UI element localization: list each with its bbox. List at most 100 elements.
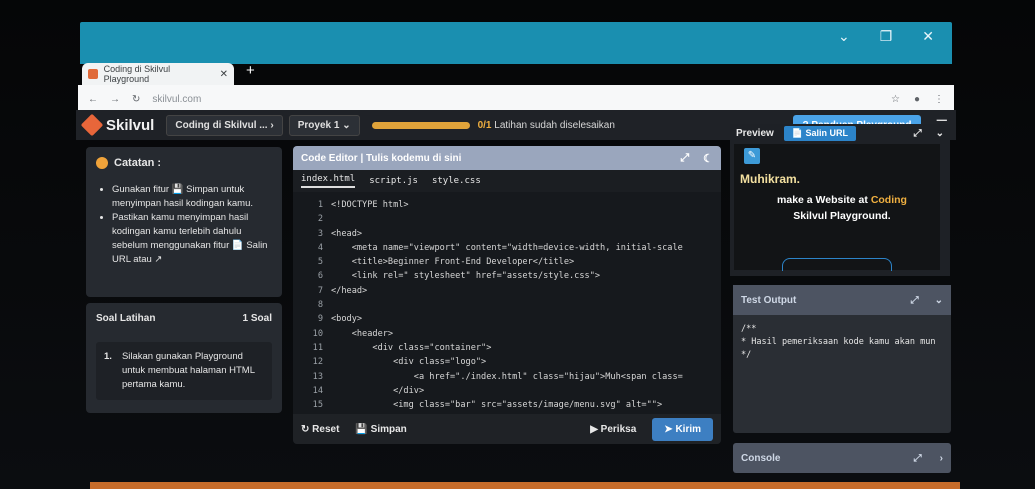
line-number: 5	[317, 257, 323, 268]
tab-script-js[interactable]: script.js	[369, 176, 418, 186]
code-text: <a href="./index.html" class="hijau">Muh…	[331, 371, 683, 382]
tab-title: Coding di Skilvul Playground	[103, 64, 171, 84]
code-line[interactable]: 15 <img class="bar" src="assets/image/me…	[293, 398, 721, 412]
preview-button-outline	[782, 258, 892, 271]
code-line[interactable]: 5 <title>Beginner Front-End Developer</t…	[293, 255, 721, 269]
code-editor: Code Editor | Tulis kodemu di sini ⤢ ☾ i…	[293, 146, 721, 444]
code-text: <head>	[331, 228, 363, 239]
brand-logo[interactable]: Skilvul	[80, 113, 155, 137]
code-line[interactable]: 3 <head>	[293, 227, 721, 241]
tab-style-css[interactable]: style.css	[432, 176, 481, 186]
more-icon[interactable]: ⋮	[934, 94, 944, 105]
brand-name: Skilvul	[106, 116, 155, 134]
test-output-text: /** * Hasil pemeriksaan kode kamu akan m…	[741, 324, 936, 360]
profile-icon[interactable]: ●	[914, 94, 920, 105]
code-line[interactable]: 14 </div>	[293, 384, 721, 398]
course-dropdown[interactable]: Coding di Skilvul ... ›	[166, 114, 283, 136]
chevron-down-icon[interactable]: ⌄	[935, 295, 943, 306]
code-line[interactable]: 10 <header>	[293, 327, 721, 341]
close-icon[interactable]: ✕	[922, 28, 934, 45]
code-text: <!DOCTYPE html>	[331, 200, 409, 210]
code-text: <title>Beginner Front-End Developer</tit…	[331, 257, 575, 268]
project-dropdown[interactable]: Proyek 1 ⌄	[288, 114, 360, 136]
line-number: 12	[312, 357, 323, 368]
copy-url-button[interactable]: 📄 Salin URL	[783, 125, 857, 141]
new-tab-button[interactable]: +	[246, 62, 255, 79]
line-number: 2	[317, 214, 323, 225]
bulb-icon	[96, 157, 108, 169]
tab-index-html[interactable]: index.html	[301, 174, 356, 188]
favicon-icon	[88, 69, 98, 79]
note-item: Pastikan kamu menyimpan hasil kodingan k…	[112, 211, 272, 267]
address-bar: ← → ↻ skilvul.com ☆ ● ⋮	[78, 85, 954, 113]
url-field[interactable]: skilvul.com	[152, 94, 201, 105]
note-item: Gunakan fitur 💾 Simpan untuk menyimpan h…	[112, 183, 272, 211]
line-number: 1	[317, 200, 323, 210]
notes-panel: Catatan : Gunakan fitur 💾 Simpan untuk m…	[86, 147, 282, 297]
edit-icon[interactable]: ✎	[744, 148, 760, 164]
test-output-title: Test Output	[741, 294, 797, 306]
forward-icon[interactable]: →	[110, 94, 120, 105]
dark-mode-icon[interactable]: ☾	[703, 152, 713, 165]
code-line[interactable]: 11 <div class="container">	[293, 341, 721, 355]
exercise-panel: Soal Latihan 1 Soal 1. Silakan gunakan P…	[86, 303, 282, 413]
chevron-down-icon[interactable]: ⌄	[936, 128, 944, 139]
back-icon[interactable]: ←	[88, 94, 98, 105]
line-number: 4	[317, 242, 323, 253]
code-text: <div class="logo">	[331, 357, 487, 368]
exercise-text: Silakan gunakan Playground untuk membuat…	[121, 351, 255, 390]
code-line[interactable]: 4 <meta name="viewport" content="width=d…	[293, 241, 721, 255]
submit-button[interactable]: ➤ Kirim	[652, 417, 713, 441]
line-number: 11	[312, 342, 323, 353]
expand-icon[interactable]: ⤢	[911, 295, 919, 306]
code-text: <div class="container">	[331, 342, 492, 353]
code-line[interactable]: 7 </head>	[293, 284, 721, 298]
test-output-panel: Test Output ⤢ ⌄ /** * Hasil pemeriksaan …	[733, 285, 951, 433]
save-button[interactable]: 💾 Simpan	[355, 424, 406, 435]
code-line[interactable]: 8	[293, 298, 721, 312]
line-number: 6	[317, 271, 323, 282]
preview-title: Preview	[736, 127, 774, 139]
code-text: </head>	[331, 285, 368, 296]
line-number: 8	[317, 300, 323, 311]
minimize-icon[interactable]: ⌄	[838, 28, 850, 45]
line-number: 14	[312, 385, 323, 396]
line-number: 3	[317, 228, 323, 239]
exercise-card: 1. Silakan gunakan Playground untuk memb…	[96, 342, 272, 400]
logo-icon	[80, 113, 104, 137]
line-number: 13	[312, 371, 323, 382]
check-button[interactable]: ▶ Periksa	[590, 424, 636, 435]
preview-panel: Preview 📄 Salin URL ⤢ ⌄ ✎ Muhikram. make…	[730, 124, 950, 276]
console-title: Console	[741, 452, 781, 464]
window-controls: ⌄ ❐ ✕	[838, 28, 934, 45]
line-number: 7	[317, 285, 323, 296]
star-icon[interactable]: ☆	[891, 94, 900, 105]
editor-tabs: index.html script.js style.css	[293, 170, 721, 192]
code-line[interactable]: 6 <link rel=" stylesheet" href="assets/s…	[293, 269, 721, 283]
maximize-icon[interactable]: ❐	[880, 28, 893, 45]
code-text: </div>	[331, 385, 425, 396]
tab-close-icon[interactable]: ✕	[220, 69, 228, 80]
code-line[interactable]: 9 <body>	[293, 312, 721, 326]
taskbar-strip	[90, 482, 960, 489]
chevron-right-icon[interactable]: ›	[940, 453, 943, 464]
code-line[interactable]: 2	[293, 212, 721, 226]
code-area[interactable]: 1 <!DOCTYPE html> 2 3 <head> 4 <meta name="vi…	[293, 198, 721, 414]
expand-icon[interactable]: ⤢	[680, 152, 689, 165]
reset-button[interactable]: ↻ Reset	[301, 424, 339, 435]
expand-icon[interactable]: ⤢	[914, 128, 922, 139]
console-panel[interactable]: Console ⤢ ›	[733, 443, 951, 473]
preview-frame[interactable]: ✎ Muhikram. make a Website at Coding Skil…	[734, 144, 940, 271]
exercise-number: 1.	[104, 351, 112, 362]
editor-title: Code Editor | Tulis kodemu di sini	[301, 152, 462, 164]
browser-tab[interactable]: Coding di Skilvul Playground ✕	[82, 63, 234, 85]
code-line[interactable]: 1 <!DOCTYPE html>	[293, 198, 721, 212]
reload-icon[interactable]: ↻	[132, 94, 140, 105]
code-line[interactable]: 13 <a href="./index.html" class="hijau">…	[293, 370, 721, 384]
exercise-count: 1 Soal	[242, 313, 272, 324]
preview-tagline: make a Website at Coding Skilvul Playgrou…	[777, 194, 907, 222]
line-number: 15	[312, 400, 323, 411]
code-line[interactable]: 12 <div class="logo">	[293, 355, 721, 369]
expand-icon[interactable]: ⤢	[914, 453, 922, 464]
code-text: <link rel=" stylesheet" href="assets/sty…	[331, 271, 601, 282]
